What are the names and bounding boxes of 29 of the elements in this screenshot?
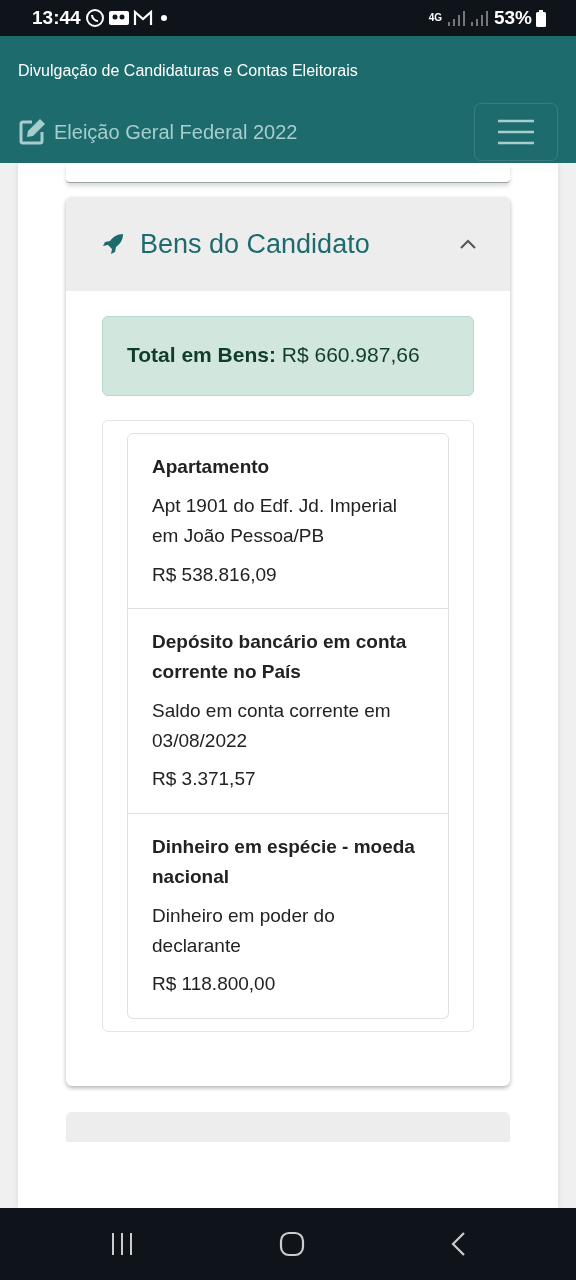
- clock-text: 13:44: [32, 5, 81, 30]
- back-icon[interactable]: [450, 1231, 466, 1257]
- edit-icon: [18, 118, 46, 146]
- asset-description: Saldo em conta corrente em 03/08/2022: [152, 698, 392, 754]
- asset-value: R$ 538.816,09: [152, 562, 278, 587]
- asset-type: Depósito bancário em conta corrente no País: [152, 629, 408, 685]
- voicemail-icon: [108, 11, 129, 25]
- accordion-header[interactable]: Bens do Candidato: [66, 197, 510, 291]
- chat-icon: [84, 8, 105, 28]
- site-subtitle: Divulgação de Candidaturas e Contas Eleitorais: [18, 61, 359, 81]
- menu-icon: [498, 119, 534, 145]
- brand-link[interactable]: Eleição Geral Federal 2022: [18, 117, 298, 147]
- asset-type: Dinheiro em espécie - moeda nacional: [152, 834, 416, 890]
- total-text: Total em Bens: R$ 660.987,66: [127, 343, 420, 366]
- chevron-icon: [460, 239, 476, 249]
- network-text: 4G: [428, 13, 442, 23]
- signal-icon: [445, 10, 490, 26]
- asset-value: R$ 118.800,00: [152, 972, 277, 997]
- asset-description: Apt 1901 do Edf. Jd. Imperial em João Pessoa/PB: [152, 493, 399, 549]
- asset-description: Dinheiro em poder do declarante: [152, 903, 336, 959]
- mail-icon: [132, 10, 153, 26]
- home-icon[interactable]: [279, 1231, 305, 1257]
- rocket-icon: [102, 233, 124, 255]
- asset-type: Apartamento: [152, 455, 271, 480]
- asset-value: R$ 3.371,57: [152, 767, 257, 792]
- recent-apps-icon[interactable]: [110, 1232, 134, 1256]
- menu-button[interactable]: [474, 103, 558, 161]
- battery-icon: [536, 9, 546, 27]
- battery-text: 53%: [493, 5, 532, 30]
